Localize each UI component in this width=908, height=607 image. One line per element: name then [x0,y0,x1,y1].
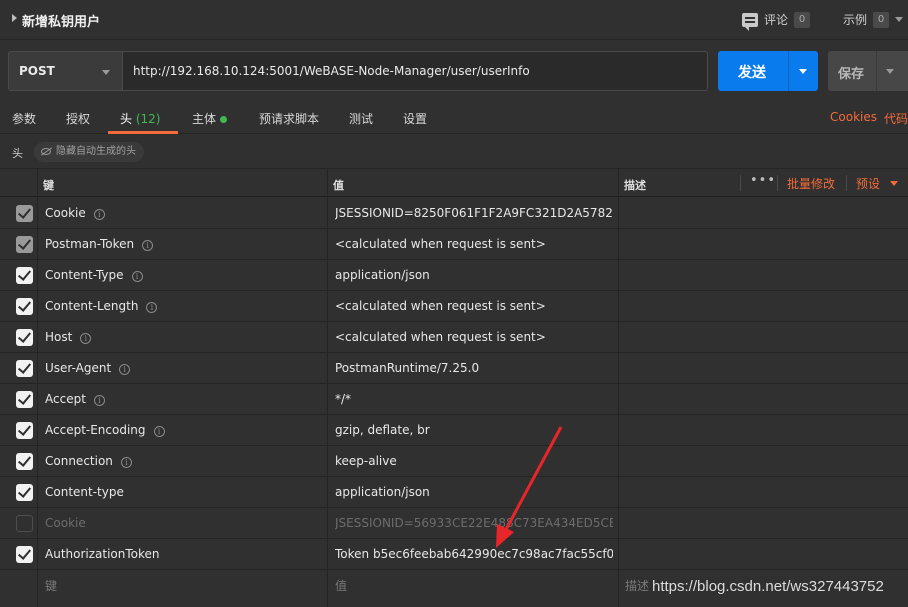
watermark: https://blog.csdn.net/ws327443752 [652,578,884,595]
annotation-arrow-icon [496,426,563,548]
